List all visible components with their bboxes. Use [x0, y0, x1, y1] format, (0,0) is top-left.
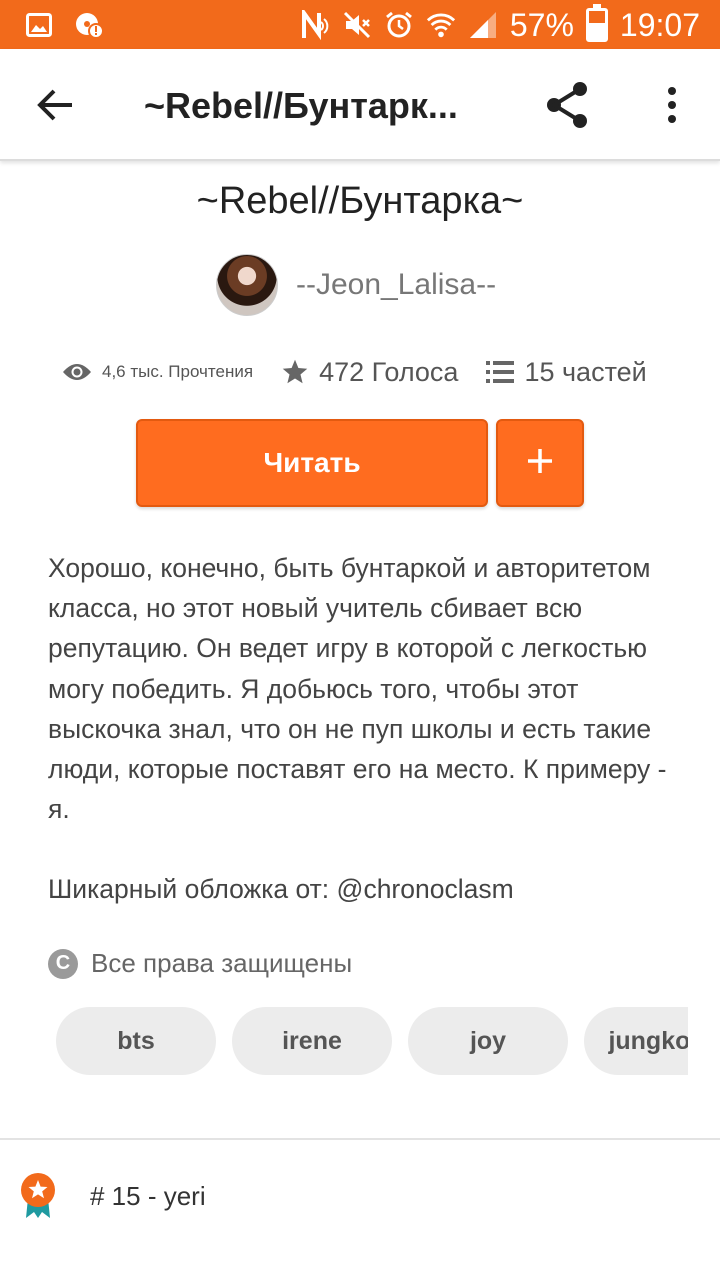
app-bar-title: ~Rebel//Бунтарк... [144, 85, 458, 126]
story-description: Хорошо, конечно, быть бунтаркой и автори… [48, 548, 668, 950]
share-icon[interactable] [544, 81, 592, 129]
author-row[interactable]: --Jeon_Lalisa-- [216, 254, 496, 316]
tags-carousel[interactable]: bts irene joy jungkook [56, 1007, 688, 1075]
star-icon [281, 358, 309, 386]
plus-icon [526, 447, 554, 480]
mute-icon [342, 10, 372, 40]
author-name[interactable]: --Jeon_Lalisa-- [296, 268, 496, 302]
back-arrow-icon[interactable] [36, 85, 76, 125]
app-bar: ~Rebel//Бунтарк... [0, 49, 720, 161]
ranking-row[interactable]: # 15 - yeri [18, 1172, 206, 1220]
wifi-icon [426, 10, 456, 40]
add-to-library-button[interactable] [496, 419, 584, 507]
tag-chip[interactable]: irene [232, 1007, 392, 1075]
ranking-label[interactable]: # 15 - yeri [90, 1181, 206, 1212]
parts-stat[interactable]: 15 частей [486, 357, 647, 388]
battery-icon [585, 4, 608, 42]
story-title: ~Rebel//Бунтарка~ [196, 180, 524, 222]
clock: 19:07 [619, 7, 700, 43]
disc-alert-icon [74, 10, 104, 40]
battery-percent: 57% [509, 7, 574, 43]
votes-count: 472 Голоса [319, 356, 459, 387]
tag-chip[interactable]: joy [408, 1007, 568, 1075]
alarm-icon [384, 10, 414, 40]
parts-count[interactable]: 15 частей [524, 357, 646, 388]
tag-chip[interactable]: bts [56, 1007, 216, 1075]
reads-stat: 4,6 тыс. Прочтения [62, 362, 253, 382]
ranking-badge-icon [18, 1172, 58, 1220]
status-bar: 57% 19:07 [0, 0, 720, 49]
list-icon [486, 360, 515, 384]
description-paragraph: Хорошо, конечно, быть бунтаркой и автори… [48, 553, 667, 825]
nfc-icon [300, 10, 330, 40]
votes-stat: 472 Голоса [281, 357, 458, 388]
read-button[interactable]: Читать [136, 419, 488, 507]
section-divider [0, 1138, 720, 1140]
copyright-row: C Все права защищены [48, 948, 352, 979]
story-stats: 4,6 тыс. Прочтения 472 Голоса 15 частей [62, 352, 682, 392]
copyright-icon: C [48, 948, 78, 979]
copyright-label: Все права защищены [91, 948, 353, 978]
more-vert-icon[interactable] [660, 85, 684, 125]
gallery-icon [24, 10, 54, 40]
tag-chip[interactable]: jungkook [584, 1007, 688, 1075]
eye-icon [62, 362, 92, 382]
author-avatar[interactable] [216, 254, 278, 316]
signal-icon [468, 10, 498, 40]
reads-count: 4,6 тыс. Прочтения [102, 362, 254, 381]
battery-level-fill [588, 23, 605, 39]
cover-credit: Шикарный обложка от: @chronoclasm [48, 874, 514, 905]
